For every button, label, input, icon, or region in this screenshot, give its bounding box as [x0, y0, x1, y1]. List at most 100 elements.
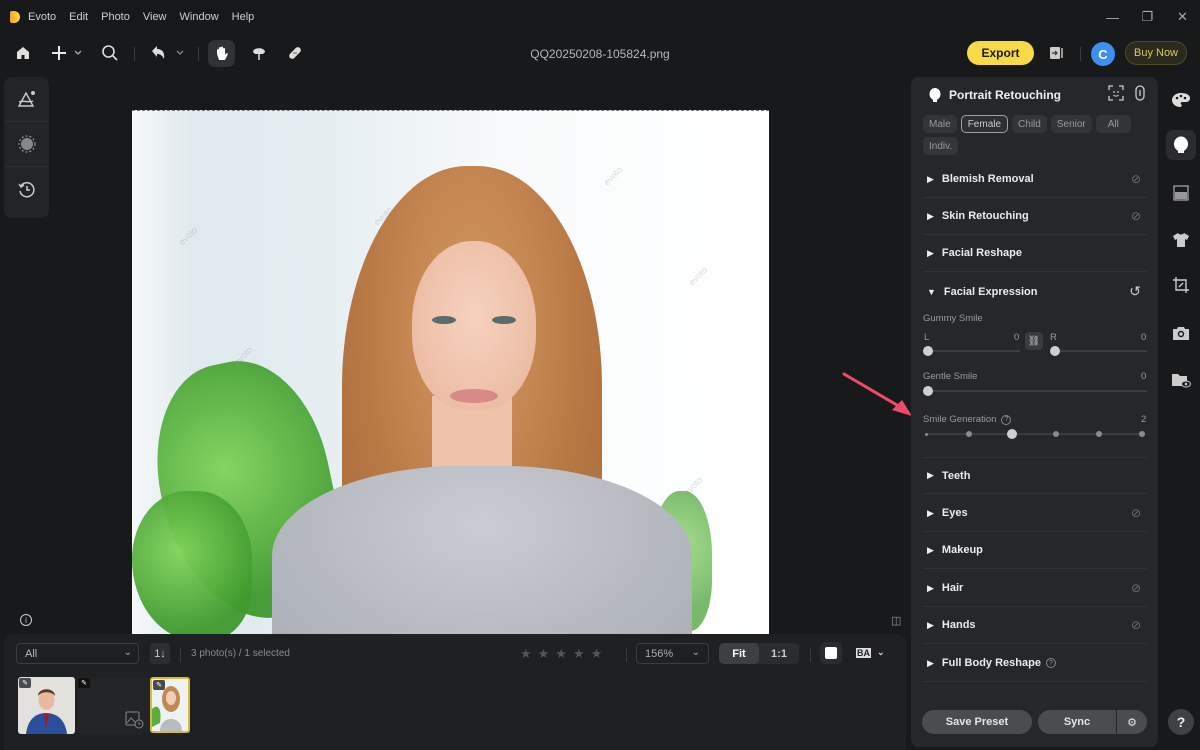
star-icon[interactable]: ★ [555, 646, 567, 662]
chevron-down-icon: ⌄ [123, 647, 132, 658]
thumbnail-loading[interactable]: ✎ [77, 677, 149, 734]
section-facial-reshape[interactable]: ▶ Facial Reshape [923, 235, 1147, 272]
step-dot[interactable] [924, 432, 928, 436]
star-icon[interactable]: ★ [538, 646, 550, 662]
chip-indiv[interactable]: Indiv. [923, 137, 959, 155]
chip-senior[interactable]: Senior [1050, 115, 1092, 133]
info-icon[interactable]: i [20, 614, 32, 626]
smile-generation-track[interactable] [926, 433, 1142, 435]
sync-settings-icon[interactable]: ⚙ [1117, 710, 1147, 734]
face-icon[interactable] [1166, 130, 1196, 160]
section-full-body-reshape[interactable]: ▶ Full Body Reshape ? [923, 645, 1147, 682]
gummy-right-track[interactable] [1055, 350, 1147, 352]
help-icon[interactable]: ? [1045, 658, 1056, 668]
home-icon[interactable] [12, 42, 34, 64]
fit-button[interactable]: Fit [719, 643, 759, 664]
erase-icon[interactable]: ⊘ [1131, 618, 1141, 632]
star-icon[interactable]: ★ [520, 646, 532, 662]
chevron-down-icon[interactable]: ⌄ [877, 647, 885, 658]
step-dot[interactable] [1139, 431, 1145, 437]
section-hands[interactable]: ▶ Hands ⊘ [923, 607, 1147, 644]
star-icon[interactable]: ★ [573, 646, 585, 662]
step-dot[interactable] [1095, 431, 1102, 437]
mask-icon[interactable] [4, 122, 49, 167]
before-after-button[interactable]: BA ⌄ [856, 647, 885, 658]
gentle-smile-track[interactable] [928, 390, 1147, 392]
step-dot[interactable] [1052, 431, 1059, 437]
exit-panel-icon[interactable] [1046, 44, 1068, 62]
folder-eye-icon[interactable] [1166, 365, 1196, 395]
section-blemish-removal[interactable]: ▶ Blemish Removal ⊘ [923, 161, 1147, 198]
chip-all[interactable]: All [1095, 115, 1131, 133]
save-preset-button[interactable]: Save Preset [922, 710, 1032, 734]
menu-evoto[interactable]: Evoto [28, 11, 56, 23]
camera-icon[interactable] [1166, 318, 1196, 348]
gummy-left-track[interactable] [928, 350, 1020, 352]
left-value: 0 [1014, 332, 1020, 343]
adjust-icon[interactable] [4, 77, 49, 122]
bandage-icon[interactable] [284, 42, 306, 64]
photo-canvas[interactable]: evoto evoto evoto evoto evoto evoto [132, 110, 769, 634]
chip-female[interactable]: Female [960, 115, 1009, 133]
thumbnail-man-suit[interactable]: ✎ [18, 677, 75, 734]
buy-now-button[interactable]: Buy Now [1125, 41, 1187, 65]
help-icon[interactable]: ? [1001, 414, 1012, 425]
link-icon[interactable] [1134, 85, 1146, 101]
add-icon[interactable] [50, 42, 86, 64]
erase-icon[interactable]: ⊘ [1131, 506, 1141, 520]
filter-dropdown[interactable]: All ⌄ [16, 643, 139, 664]
star-icon[interactable]: ★ [591, 646, 603, 662]
section-eyes[interactable]: ▶ Eyes ⊘ [923, 495, 1147, 532]
reset-icon[interactable]: ↺ [1129, 283, 1141, 300]
star-rating[interactable]: ★ ★ ★ ★ ★ [520, 646, 602, 662]
hand-icon[interactable] [208, 40, 235, 67]
filter-value: All [25, 647, 38, 660]
face-icon [929, 88, 941, 102]
link-sliders-icon[interactable]: ⛓ [1025, 332, 1043, 350]
face-detect-icon[interactable] [1108, 85, 1124, 101]
thumbnail-woman-portrait[interactable]: ✎ [150, 677, 190, 733]
undo-icon[interactable] [148, 42, 188, 64]
menu-photo[interactable]: Photo [101, 11, 130, 23]
palette-icon[interactable] [1166, 85, 1196, 115]
gummy-left-knob[interactable] [923, 346, 933, 356]
menu-window[interactable]: Window [180, 11, 219, 23]
brush-icon[interactable] [248, 42, 270, 64]
crop-icon[interactable] [1166, 270, 1196, 300]
section-hair[interactable]: ▶ Hair ⊘ [923, 570, 1147, 607]
sort-button[interactable]: 1↓ [150, 643, 170, 664]
menu-view[interactable]: View [143, 11, 167, 23]
section-makeup[interactable]: ▶ Makeup [923, 532, 1147, 569]
search-icon[interactable] [99, 42, 121, 64]
user-avatar[interactable]: C [1091, 42, 1115, 66]
one-to-one-button[interactable]: 1:1 [759, 643, 799, 664]
zoom-dropdown[interactable]: 156% ⌄ [636, 643, 709, 664]
chip-male[interactable]: Male [923, 115, 957, 133]
left-toolbar [4, 77, 49, 218]
background-icon[interactable] [1166, 178, 1196, 208]
section-facial-expression[interactable]: ▼ Facial Expression ↺ [923, 273, 1147, 310]
chip-child[interactable]: Child [1012, 115, 1047, 133]
section-skin-retouching[interactable]: ▶ Skin Retouching ⊘ [923, 198, 1147, 235]
erase-icon[interactable]: ⊘ [1131, 581, 1141, 595]
lips [450, 389, 498, 403]
sync-button[interactable]: Sync [1038, 710, 1116, 734]
clothes-icon[interactable] [1166, 225, 1196, 255]
restore-icon[interactable]: ❐ [1130, 9, 1165, 25]
smile-generation-label-wrap: Smile Generation ? [923, 414, 1012, 425]
section-teeth[interactable]: ▶ Teeth [923, 457, 1147, 494]
minimize-icon[interactable]: — [1095, 10, 1130, 25]
compare-icon[interactable]: ◫ [891, 614, 901, 627]
help-button[interactable]: ? [1168, 709, 1194, 735]
history-icon[interactable] [4, 167, 49, 212]
menu-help[interactable]: Help [232, 11, 255, 23]
export-button[interactable]: Export [967, 41, 1034, 65]
gentle-smile-value: 0 [1141, 371, 1147, 382]
close-icon[interactable]: ✕ [1165, 9, 1200, 25]
erase-icon[interactable]: ⊘ [1131, 209, 1141, 223]
gummy-right-knob[interactable] [1050, 346, 1060, 356]
erase-icon[interactable]: ⊘ [1131, 172, 1141, 186]
menu-edit[interactable]: Edit [69, 11, 88, 23]
background-color-button[interactable] [820, 642, 842, 664]
gentle-smile-knob[interactable] [923, 386, 933, 396]
